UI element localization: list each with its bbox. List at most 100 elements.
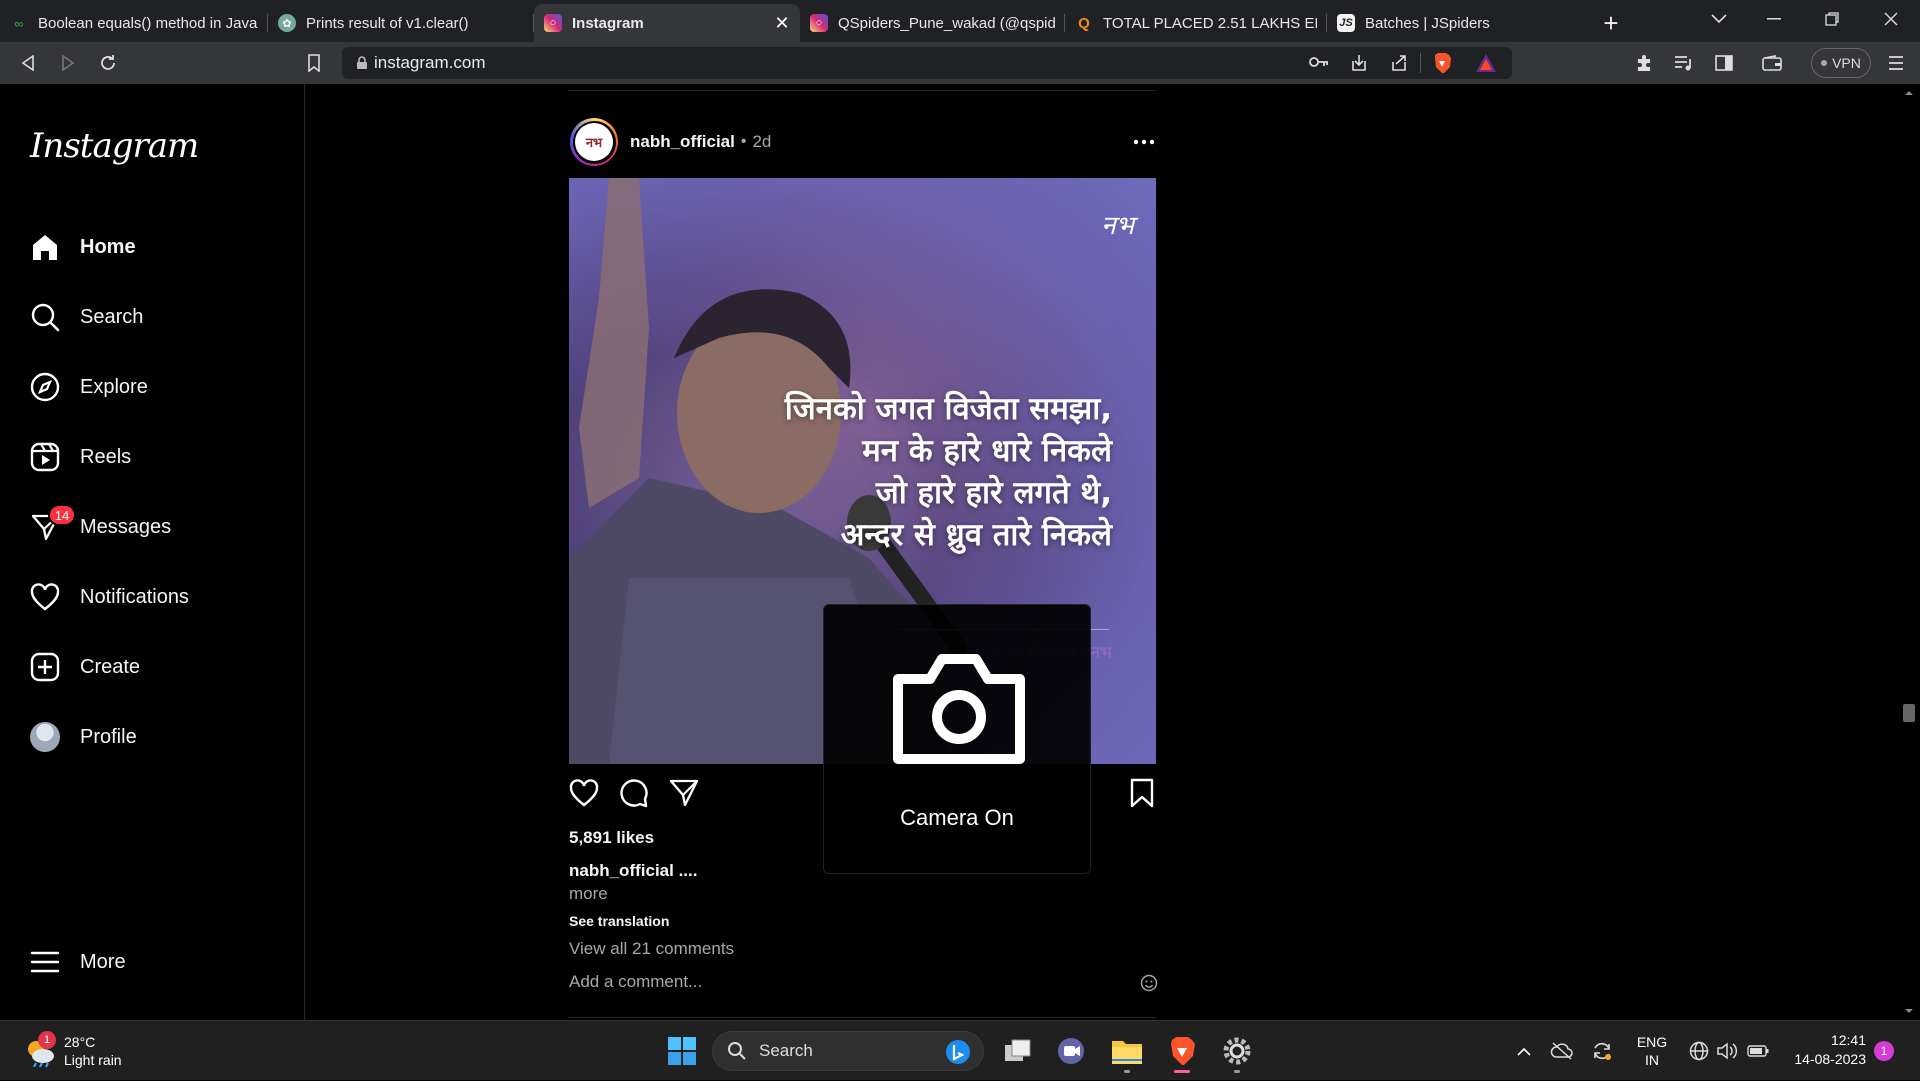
menu-hamburger-icon[interactable] bbox=[1876, 43, 1916, 83]
post-header: नभ nabh_official • 2d bbox=[570, 116, 1156, 168]
share-icon[interactable] bbox=[1390, 54, 1408, 72]
back-button[interactable] bbox=[8, 43, 48, 83]
quote-line: जो हारे हारे लगते थे, bbox=[875, 475, 1112, 511]
wallet-icon[interactable] bbox=[1752, 43, 1792, 83]
restore-window-button[interactable] bbox=[1803, 0, 1861, 38]
new-tab-button[interactable]: + bbox=[1589, 4, 1633, 42]
teams-meet-icon[interactable] bbox=[1052, 1031, 1092, 1071]
vpn-button[interactable]: VPN bbox=[1811, 48, 1871, 78]
browser-tab[interactable]: Q TOTAL PLACED 2.51 LAKHS ENGI bbox=[1065, 4, 1327, 42]
brave-browser-icon[interactable] bbox=[1162, 1031, 1202, 1073]
browser-tab[interactable]: ○ QSpiders_Pune_wakad (@qspide bbox=[800, 4, 1065, 42]
heart-icon bbox=[30, 582, 60, 612]
language-indicator[interactable]: ENG IN bbox=[1632, 1021, 1672, 1081]
quote-line: जिनको जगत विजेता समझा, bbox=[784, 391, 1112, 427]
sidebar-item-reels[interactable]: Reels bbox=[18, 431, 288, 483]
sidebar-item-more[interactable]: More bbox=[18, 936, 288, 988]
browser-toolbar: instagram.com VPN bbox=[0, 42, 1920, 84]
scroll-down-arrow-icon[interactable] bbox=[1898, 1006, 1920, 1016]
task-view-icon[interactable] bbox=[998, 1031, 1038, 1071]
address-bar[interactable]: instagram.com bbox=[342, 47, 1512, 79]
camera-icon bbox=[892, 653, 1026, 765]
instagram-logo[interactable]: Instagram bbox=[30, 126, 199, 166]
avatar-image: नभ bbox=[575, 123, 613, 161]
brave-shields-icon[interactable] bbox=[1432, 52, 1452, 74]
system-clock[interactable]: 12:41 14-08-2023 bbox=[1782, 1031, 1866, 1069]
poem-quote: जिनको जगत विजेता समझा, मन के हारे धारे न… bbox=[785, 388, 1112, 556]
page-scrollbar[interactable] bbox=[1898, 84, 1920, 1020]
like-heart-icon[interactable] bbox=[569, 778, 601, 810]
save-bookmark-icon[interactable] bbox=[1129, 778, 1161, 810]
windows-start-icon[interactable] bbox=[662, 1031, 702, 1071]
sidebar-item-home[interactable]: Home bbox=[18, 221, 288, 273]
comment-icon[interactable] bbox=[619, 778, 651, 810]
browser-tab[interactable]: ∞ Boolean equals() method in Java bbox=[0, 4, 268, 42]
forward-button[interactable] bbox=[48, 43, 88, 83]
weather-desc: Light rain bbox=[64, 1052, 122, 1068]
onedrive-offline-icon[interactable] bbox=[1548, 1021, 1576, 1081]
weather-alert-badge: 1 bbox=[38, 1031, 56, 1049]
scroll-up-arrow-icon[interactable] bbox=[1898, 88, 1920, 98]
instagram-icon: ○ bbox=[810, 14, 828, 32]
extensions-icon[interactable] bbox=[1624, 43, 1664, 83]
close-window-button[interactable] bbox=[1862, 0, 1920, 38]
post-author-avatar[interactable]: नभ bbox=[570, 118, 618, 166]
install-app-icon[interactable] bbox=[1350, 54, 1368, 72]
caption-more-link[interactable]: more bbox=[569, 884, 608, 904]
tab-title: Instagram bbox=[572, 14, 644, 32]
browser-tab[interactable]: JS Batches | JSpiders bbox=[1327, 4, 1589, 42]
sidebar-toggle-icon[interactable] bbox=[1704, 43, 1744, 83]
browser-tab-strip: ∞ Boolean equals() method in Java ✿ Prin… bbox=[0, 0, 1920, 42]
messenger-icon: 14 bbox=[30, 504, 76, 542]
bing-icon[interactable] bbox=[945, 1039, 971, 1065]
browser-tab[interactable]: ✿ Prints result of v1.clear() bbox=[268, 4, 534, 42]
browser-tab-active[interactable]: ○ Instagram ✕ bbox=[534, 4, 800, 42]
network-globe-icon[interactable] bbox=[1686, 1021, 1712, 1081]
likes-count[interactable]: 5,891 likes bbox=[569, 828, 654, 848]
settings-gear-icon[interactable] bbox=[1217, 1031, 1257, 1073]
url-text: instagram.com bbox=[374, 53, 486, 72]
windows-taskbar: 1 28°C Light rain Search ENG IN 12:41 14… bbox=[0, 1020, 1920, 1080]
notification-center-badge[interactable]: 1 bbox=[1874, 1041, 1894, 1061]
view-comments-link[interactable]: View all 21 comments bbox=[569, 939, 734, 959]
close-tab-icon[interactable]: ✕ bbox=[774, 13, 790, 33]
sidebar-item-notifications[interactable]: Notifications bbox=[18, 571, 288, 623]
share-icon[interactable] bbox=[669, 778, 701, 810]
post-caption[interactable]: nabh_official .... bbox=[569, 861, 697, 881]
reels-icon bbox=[30, 442, 60, 472]
volume-icon[interactable] bbox=[1714, 1021, 1740, 1081]
reload-button[interactable] bbox=[88, 43, 128, 83]
weather-widget[interactable]: 1 28°C Light rain bbox=[24, 1031, 122, 1069]
lock-icon bbox=[356, 56, 368, 70]
bookmark-page-icon[interactable] bbox=[294, 43, 334, 83]
sidebar-item-explore[interactable]: Explore bbox=[18, 361, 288, 413]
key-icon[interactable] bbox=[1309, 55, 1329, 69]
weather-temp: 28°C bbox=[64, 1034, 96, 1050]
tab-title: Boolean equals() method in Java bbox=[38, 14, 258, 32]
media-playlist-icon[interactable] bbox=[1664, 43, 1704, 83]
sidebar-item-create[interactable]: Create bbox=[18, 641, 288, 693]
emoji-icon[interactable] bbox=[1140, 974, 1158, 992]
battery-icon[interactable] bbox=[1744, 1021, 1772, 1081]
post-age[interactable]: 2d bbox=[752, 132, 771, 152]
sidebar-item-label: Create bbox=[80, 655, 141, 678]
sidebar-item-search[interactable]: Search bbox=[18, 291, 288, 343]
weather-icon: 1 bbox=[24, 1031, 56, 1067]
scrollbar-thumb[interactable] bbox=[1903, 704, 1915, 722]
sidebar-item-profile[interactable]: Profile bbox=[18, 711, 288, 763]
more-options-icon[interactable] bbox=[1132, 130, 1156, 154]
tab-title: Batches | JSpiders bbox=[1365, 14, 1490, 32]
file-explorer-icon[interactable] bbox=[1107, 1031, 1147, 1073]
post-divider bbox=[568, 90, 1156, 91]
tab-search-chevron-icon[interactable] bbox=[1690, 0, 1748, 38]
see-translation-link[interactable]: See translation bbox=[569, 913, 669, 929]
sidebar-item-messages[interactable]: 14 Messages bbox=[18, 501, 288, 553]
post-username[interactable]: nabh_official bbox=[630, 132, 735, 152]
add-comment-input[interactable]: Add a comment... bbox=[569, 972, 1156, 992]
search-icon bbox=[30, 302, 60, 332]
brave-rewards-icon[interactable] bbox=[1475, 53, 1497, 73]
minimize-window-button[interactable] bbox=[1745, 0, 1803, 38]
sync-icon[interactable] bbox=[1588, 1021, 1616, 1081]
taskbar-search[interactable]: Search bbox=[712, 1031, 984, 1071]
show-hidden-icons-chevron[interactable] bbox=[1512, 1021, 1536, 1081]
